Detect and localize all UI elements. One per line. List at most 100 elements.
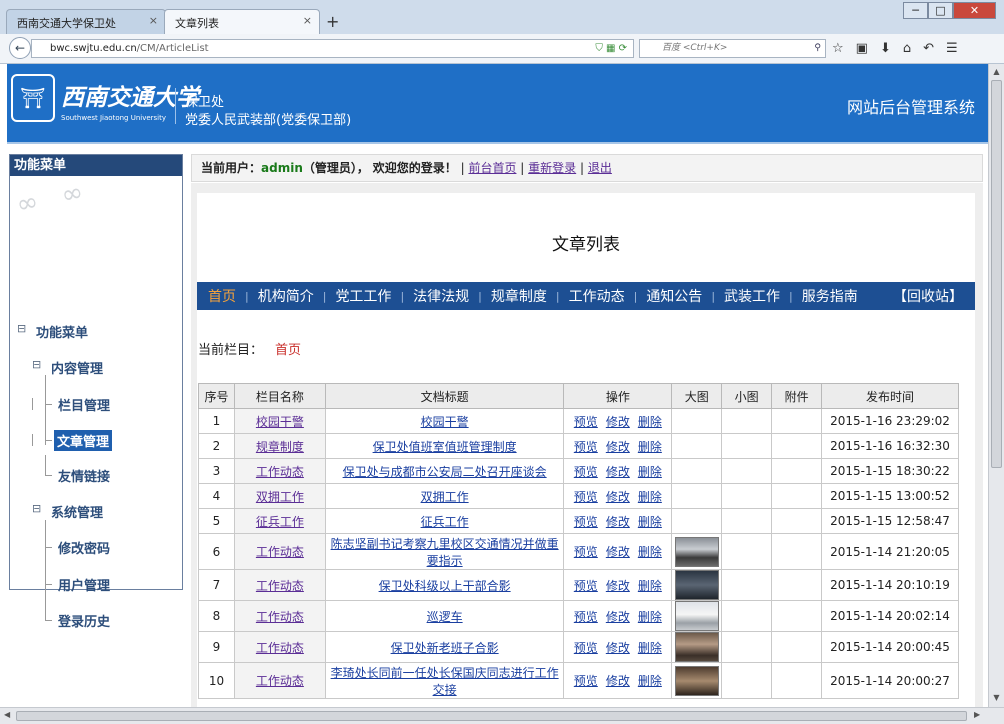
tab-article-list[interactable]: 文章列表 × (164, 9, 320, 34)
sidebar-item-friend-links[interactable]: 友情链接 (58, 466, 110, 485)
sidebar-item-article-manage[interactable]: 文章管理 (54, 430, 113, 451)
recycle-bin-link[interactable]: 【回收站】 (893, 286, 963, 306)
category-link[interactable]: 工作动态 (256, 579, 304, 593)
undo-icon[interactable]: ↶ (923, 41, 934, 56)
edit-link[interactable]: 修改 (606, 579, 630, 593)
article-title-link[interactable]: 保卫处值班室值班管理制度 (373, 440, 517, 454)
search-input[interactable]: 百度 <Ctrl+K> ⚲ (639, 39, 826, 58)
category-link[interactable]: 工作动态 (256, 610, 304, 624)
edit-link[interactable]: 修改 (606, 440, 630, 454)
delete-link[interactable]: 删除 (638, 490, 662, 504)
search-go-icon[interactable]: ⚲ (814, 40, 821, 57)
article-title-link[interactable]: 保卫处与成都市公安局二处召开座谈会 (343, 465, 547, 479)
relogin-link[interactable]: 重新登录 (528, 161, 576, 175)
delete-link[interactable]: 删除 (638, 465, 662, 479)
edit-link[interactable]: 修改 (606, 641, 630, 655)
tree-group-content[interactable]: 内容管理 (51, 358, 103, 377)
scroll-down-arrow-icon[interactable]: ▼ (991, 693, 1002, 704)
edit-link[interactable]: 修改 (606, 490, 630, 504)
frontend-home-link[interactable]: 前台首页 (468, 161, 516, 175)
reading-list-icon[interactable]: ▣ (856, 41, 868, 56)
collapse-icon[interactable]: ⊟ (32, 502, 41, 515)
category-link[interactable]: 校园干警 (256, 415, 304, 429)
article-title-link[interactable]: 双拥工作 (421, 490, 469, 504)
nav-item-news[interactable]: 工作动态 (569, 286, 625, 306)
delete-link[interactable]: 删除 (638, 579, 662, 593)
edit-link[interactable]: 修改 (606, 415, 630, 429)
tab-swjtu-security[interactable]: 西南交通大学保卫处 × (6, 9, 166, 34)
nav-item-armed-work[interactable]: 武装工作 (724, 286, 780, 306)
sidebar-item-column-manage[interactable]: 栏目管理 (58, 395, 110, 414)
delete-link[interactable]: 删除 (638, 674, 662, 688)
preview-link[interactable]: 预览 (574, 610, 598, 624)
scroll-right-arrow-icon[interactable]: ▶ (974, 710, 980, 719)
preview-link[interactable]: 预览 (574, 515, 598, 529)
edit-link[interactable]: 修改 (606, 465, 630, 479)
category-link[interactable]: 工作动态 (256, 545, 304, 559)
sidebar-item-change-password[interactable]: 修改密码 (58, 538, 110, 557)
article-thumbnail[interactable] (674, 665, 719, 696)
delete-link[interactable]: 删除 (638, 515, 662, 529)
nav-item-party-work[interactable]: 党工工作 (335, 286, 391, 306)
collapse-icon[interactable]: ⊟ (32, 358, 41, 371)
tree-root[interactable]: 功能菜单 (36, 322, 88, 341)
delete-link[interactable]: 删除 (638, 415, 662, 429)
article-title-link[interactable]: 校园干警 (421, 415, 469, 429)
article-thumbnail[interactable] (674, 632, 719, 662)
article-title-link[interactable]: 保卫处新老班子合影 (391, 641, 499, 655)
preview-link[interactable]: 预览 (574, 490, 598, 504)
address-bar-icons[interactable]: ⛉ ▦ ⟳ (595, 40, 627, 57)
article-thumbnail[interactable] (674, 536, 719, 567)
nav-item-home[interactable]: 首页 (208, 286, 236, 306)
address-bar[interactable]: bwc.swjtu.edu.cn/CM/ArticleList ⛉ ▦ ⟳ (31, 39, 634, 58)
scroll-left-arrow-icon[interactable]: ◀ (4, 710, 10, 719)
category-link[interactable]: 规章制度 (256, 440, 304, 454)
article-title-link[interactable]: 保卫处科级以上干部合影 (379, 579, 511, 593)
nav-item-regulations[interactable]: 规章制度 (491, 286, 547, 306)
article-title-link[interactable]: 征兵工作 (421, 515, 469, 529)
nav-item-laws[interactable]: 法律法规 (413, 286, 469, 306)
preview-link[interactable]: 预览 (574, 545, 598, 559)
minimize-button[interactable]: ─ (903, 2, 928, 19)
delete-link[interactable]: 删除 (638, 610, 662, 624)
article-title-link[interactable]: 巡逻车 (427, 610, 463, 624)
tree-group-system[interactable]: 系统管理 (51, 502, 103, 521)
close-tab-icon[interactable]: × (149, 14, 158, 27)
vertical-scrollbar[interactable]: ▲ ▼ (988, 64, 1004, 707)
preview-link[interactable]: 预览 (574, 440, 598, 454)
sidebar-item-user-manage[interactable]: 用户管理 (58, 575, 110, 594)
downloads-icon[interactable]: ⬇ (880, 41, 891, 56)
nav-item-notices[interactable]: 通知公告 (646, 286, 702, 306)
nav-item-service-guide[interactable]: 服务指南 (802, 286, 858, 306)
scroll-up-arrow-icon[interactable]: ▲ (991, 67, 1002, 78)
close-window-button[interactable]: ✕ (953, 2, 996, 19)
edit-link[interactable]: 修改 (606, 674, 630, 688)
article-title-link[interactable]: 李琦处长同前一任处长保国庆同志进行工作交接 (331, 666, 559, 697)
menu-icon[interactable]: ☰ (946, 41, 958, 56)
category-link[interactable]: 双拥工作 (256, 490, 304, 504)
new-tab-button[interactable]: + (326, 12, 339, 31)
edit-link[interactable]: 修改 (606, 545, 630, 559)
category-link[interactable]: 工作动态 (256, 641, 304, 655)
article-thumbnail[interactable] (674, 570, 719, 600)
preview-link[interactable]: 预览 (574, 415, 598, 429)
horizontal-scrollbar[interactable]: ◀ ▶ (0, 707, 1004, 724)
bookmark-star-icon[interactable]: ☆ (832, 41, 844, 56)
home-icon[interactable]: ⌂ (903, 41, 911, 56)
category-link[interactable]: 工作动态 (256, 674, 304, 688)
category-link[interactable]: 工作动态 (256, 465, 304, 479)
edit-link[interactable]: 修改 (606, 610, 630, 624)
preview-link[interactable]: 预览 (574, 674, 598, 688)
preview-link[interactable]: 预览 (574, 641, 598, 655)
article-thumbnail[interactable] (674, 601, 719, 631)
horizontal-scroll-thumb[interactable] (16, 711, 967, 721)
maximize-button[interactable]: □ (928, 2, 953, 19)
nav-item-about[interactable]: 机构简介 (258, 286, 314, 306)
preview-link[interactable]: 预览 (574, 579, 598, 593)
close-tab-icon[interactable]: × (303, 14, 312, 27)
vertical-scroll-thumb[interactable] (991, 80, 1002, 468)
preview-link[interactable]: 预览 (574, 465, 598, 479)
back-arrow-icon[interactable]: ← (9, 37, 31, 59)
collapse-icon[interactable]: ⊟ (17, 322, 26, 335)
edit-link[interactable]: 修改 (606, 515, 630, 529)
